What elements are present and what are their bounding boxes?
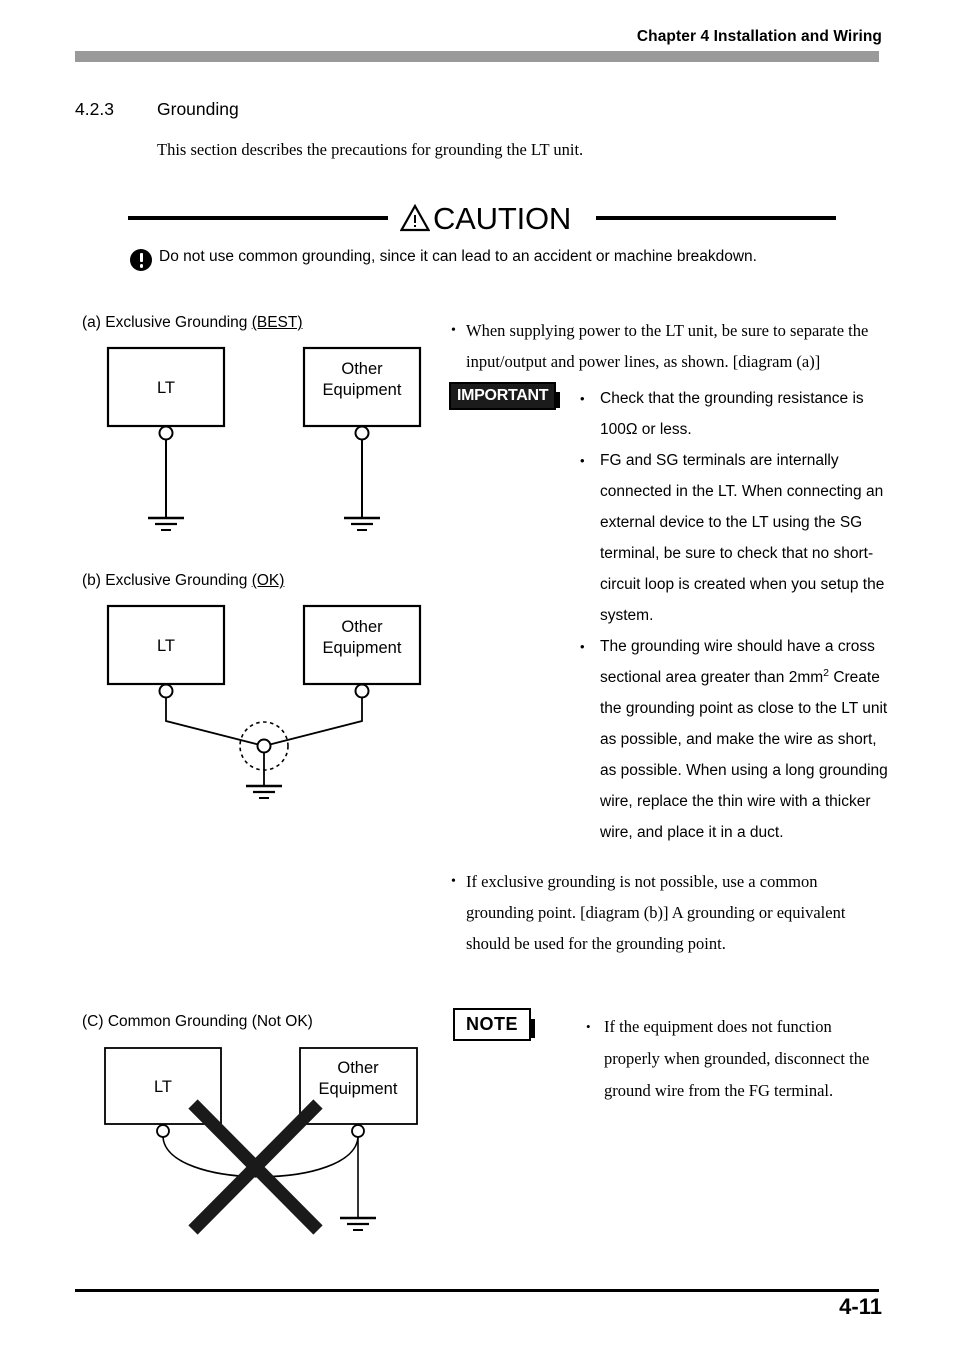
diagram-c-box-other-label-1: Other <box>337 1059 379 1077</box>
important-item: FG and SG terminals are internally conne… <box>574 445 889 631</box>
important-badge-label: IMPORTANT <box>449 382 557 410</box>
caution-banner: CAUTION <box>128 196 836 240</box>
exclamation-circle-icon <box>130 249 152 271</box>
diagram-c: LT Other Equipment <box>80 1040 450 1245</box>
footer-page-number: 4-11 <box>839 1294 882 1319</box>
diagram-a-box-lt-label: LT <box>157 379 175 397</box>
section-number: 4.2.3 <box>75 99 114 119</box>
diagram-b-caption: (b) Exclusive Grounding (OK) <box>82 572 284 590</box>
diagram-b-box-other-label-2: Equipment <box>323 639 402 657</box>
note-item-list: If the equipment does not function prope… <box>578 1011 889 1107</box>
diagram-a-box-other-label-2: Equipment <box>323 381 402 399</box>
diagram-c-caption-text: (C) Common Grounding (Not OK) <box>82 1013 313 1030</box>
warning-triangle-icon <box>400 204 430 232</box>
diagram-b-caption-text: (b) Exclusive Grounding <box>82 572 252 589</box>
caution-word: CAUTION <box>433 200 572 236</box>
caution-rule-right <box>596 216 836 220</box>
important-item-wire: The grounding wire should have a cross s… <box>574 631 889 848</box>
document-page: Chapter 4 Installation and Wiring 4.2.3 … <box>0 0 954 1348</box>
footer-rule <box>75 1289 879 1292</box>
note-badge-label: NOTE <box>453 1008 532 1041</box>
note-callout: NOTE If the equipment does not function … <box>453 1008 889 1107</box>
section-intro-text: This section describes the precautions f… <box>157 140 584 159</box>
cross-out-x-icon <box>188 1099 323 1235</box>
page-header-chapter: Chapter 4 Installation and Wiring <box>636 28 882 45</box>
right-text-column: When supplying power to the LT unit, be … <box>449 315 889 1107</box>
important-item-wire-part2: Create the grounding point as close to t… <box>600 669 888 841</box>
diagram-a-box-other-label-1: Other <box>341 360 383 378</box>
bullet-power-separation: When supplying power to the LT unit, be … <box>449 315 889 377</box>
diagram-b: LT Other Equipment <box>80 598 450 813</box>
note-badge: NOTE <box>453 1008 536 1041</box>
caution-label: CAUTION <box>400 196 600 240</box>
bullet-common-grounding: If exclusive grounding is not possible, … <box>449 866 889 959</box>
diagram-a-caption-text: (a) Exclusive Grounding <box>82 314 252 331</box>
diagram-a: LT Other Equipment <box>80 340 450 545</box>
diagram-b-box-lt-label: LT <box>157 637 175 655</box>
diagram-b-box-other-label-1: Other <box>341 618 383 636</box>
caution-body-text: Do not use common grounding, since it ca… <box>159 248 757 265</box>
diagram-a-caption: (a) Exclusive Grounding (BEST) <box>82 314 303 332</box>
important-badge: IMPORTANT <box>449 382 561 410</box>
caution-rule-left <box>128 216 388 220</box>
section-title: Grounding <box>157 99 239 119</box>
diagram-b-caption-emphasis: (OK) <box>251 572 285 589</box>
diagram-c-caption: (C) Common Grounding (Not OK) <box>82 1013 313 1031</box>
important-item-list: Check that the grounding resistance is 1… <box>574 383 889 848</box>
note-item: If the equipment does not function prope… <box>578 1011 889 1107</box>
header-rule-bar <box>75 51 879 62</box>
important-callout: IMPORTANT Check that the grounding resis… <box>449 382 889 848</box>
note-badge-column: NOTE <box>453 1008 578 1041</box>
important-item: Check that the grounding resistance is 1… <box>574 383 889 445</box>
diagram-c-box-other-label-2: Equipment <box>319 1080 398 1098</box>
diagram-c-box-lt-label: LT <box>154 1078 172 1096</box>
caution-body: Do not use common grounding, since it ca… <box>130 248 757 271</box>
important-badge-column: IMPORTANT <box>449 382 574 410</box>
diagram-a-caption-emphasis: (BEST) <box>251 314 303 331</box>
